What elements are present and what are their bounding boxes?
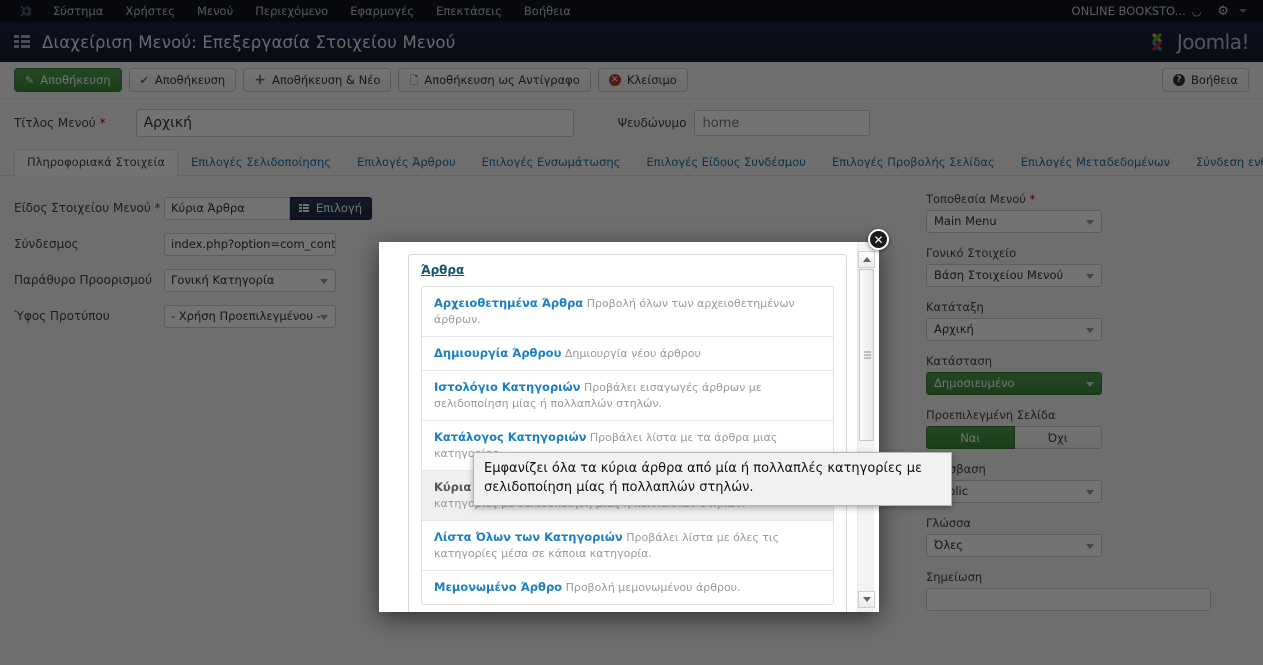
item-name: Μεμονωμένο Άρθρο (434, 580, 563, 594)
item-desc: Δημιουργία νέου άρθρου (564, 347, 701, 360)
modal-scrollbar[interactable] (857, 242, 875, 612)
tooltip-content: Εμφανίζει όλα τα κύρια άρθρα από μία ή π… (473, 452, 952, 506)
scroll-up-arrow-icon[interactable] (858, 251, 875, 268)
item-name: Ιστολόγιο Κατηγοριών (434, 380, 581, 394)
scrollbar-grip-icon (864, 351, 871, 359)
item-name: Αρχειοθετημένα Άρθρα (434, 296, 584, 310)
list-item[interactable]: Μεμονωμένο Άρθρο Προβολή μεμονωμένου άρθ… (422, 571, 833, 604)
item-name: Λίστα Όλων των Κατηγοριών (434, 530, 623, 544)
list-item[interactable]: Αρχειοθετημένα Άρθρα Προβολή όλων των αρ… (422, 287, 833, 337)
close-icon[interactable]: ✕ (868, 229, 889, 250)
list-item[interactable]: Λίστα Όλων των Κατηγοριών Προβάλει λίστα… (422, 521, 833, 571)
item-desc: Προβολή μεμονωμένου άρθρου. (565, 581, 741, 594)
modal-group-articles: Άρθρα Αρχειοθετημένα Άρθρα Προβολή όλων … (408, 254, 847, 612)
modal-group-articles-title[interactable]: Άρθρα (409, 255, 846, 286)
menu-item-type-modal: Άρθρα Αρχειοθετημένα Άρθρα Προβολή όλων … (379, 242, 879, 612)
item-name: Δημιουργία Άρθρου (434, 346, 562, 360)
list-item[interactable]: Δημιουργία Άρθρου Δημιουργία νέου άρθρου (422, 337, 833, 371)
item-name: Κατάλογος Κατηγοριών (434, 430, 587, 444)
scroll-down-arrow-icon[interactable] (858, 591, 875, 608)
list-item[interactable]: Ιστολόγιο Κατηγοριών Προβάλει εισαγωγές … (422, 371, 833, 421)
modal-group-articles-list: Αρχειοθετημένα Άρθρα Προβολή όλων των αρ… (421, 286, 834, 605)
modal-content: Άρθρα Αρχειοθετημένα Άρθρα Προβολή όλων … (379, 242, 857, 612)
scrollbar-thumb[interactable] (859, 269, 874, 441)
